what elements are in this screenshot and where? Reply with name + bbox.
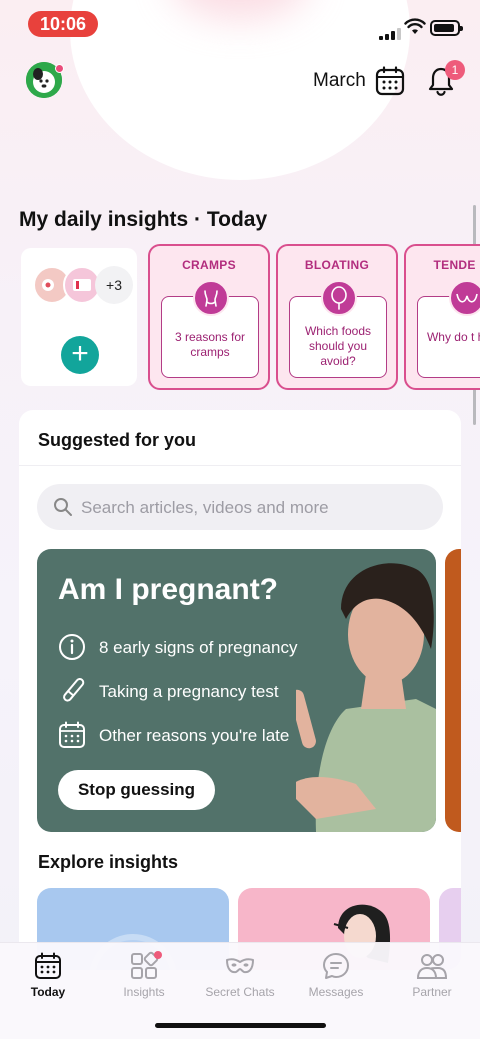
cramps-icon [193,280,229,316]
log-symptoms-card[interactable]: +3 + [21,248,137,386]
next-promo-card[interactable] [445,549,461,832]
daily-insights-title: My daily insights · Today [19,208,268,231]
insight-card-text: 3 reasons for cramps [174,330,246,359]
month-label[interactable]: March [313,70,366,92]
explore-insights-title: Explore insights [38,852,179,872]
nav-label: Today [30,985,66,999]
promo-item-text: Taking a pregnancy test [99,682,279,701]
insight-card-tender-breasts[interactable]: TENDE BREAST Why do t hurt? [404,244,480,390]
partner-icon [417,954,447,979]
calendar-icon[interactable] [375,66,405,96]
more-symptoms-count: +3 [95,266,133,304]
status-bar: 10:06 [0,0,480,48]
daily-insights-rail[interactable]: +3 + CRAMPS 3 reasons for cramps BLOATIN… [0,244,480,394]
promo-title: Am I pregnant? [58,573,279,606]
insight-card-bloating[interactable]: BLOATING Which foods should you avoid? [276,244,398,390]
breast-icon [449,280,480,316]
wifi-icon [404,18,426,34]
insights-badge-dot [154,951,162,959]
mask-icon [226,958,254,974]
insight-card-title: CRAMPS [182,258,236,272]
nav-label: Partner [412,985,452,999]
insight-card-title: BLOATING [304,258,370,272]
signal-icon [379,22,403,40]
home-indicator[interactable] [155,1023,326,1028]
nav-label: Messages [308,985,364,999]
status-time: 10:06 [28,11,98,37]
info-icon [59,634,85,660]
insight-card-text: Why do t hurt? [426,330,480,344]
promo-item-text: Other reasons you're late [99,726,290,745]
add-symptom-button[interactable]: + [61,336,99,374]
nav-today[interactable]: Today [0,943,96,1003]
nav-label: Secret Chats [205,985,275,999]
search-placeholder: Search articles, videos and more [81,498,329,517]
nav-label: Insights [123,985,165,999]
search-input[interactable]: Search articles, videos and more [37,484,443,530]
nav-secret-chats[interactable]: Secret Chats [192,943,288,1003]
stop-guessing-button[interactable]: Stop guessing [58,770,215,810]
battery-icon [430,20,463,36]
notification-badge: 1 [445,60,465,80]
calendar-icon [35,952,61,979]
balloon-icon [321,280,357,316]
divider [19,465,461,466]
chat-bubble-icon [323,953,349,979]
promo-card[interactable]: Am I pregnant? 8 early signs of pregnanc… [37,549,436,832]
nav-insights[interactable]: Insights [96,943,192,1003]
woman-illustration [296,563,436,832]
pregnancy-test-icon [63,678,85,702]
promo-item-text: 8 early signs of pregnancy [99,638,298,657]
profile-notification-dot [55,64,64,73]
search-icon [54,498,72,516]
calendar-icon [59,721,85,748]
symptom-icon [73,279,91,291]
suggested-section: Suggested for you Search articles, video… [19,410,461,970]
insight-card-text: Which foods should you avoid? [304,324,372,368]
insight-card-title: TENDE BREAST [433,258,480,272]
suggested-title: Suggested for you [38,430,197,450]
insight-card-cramps[interactable]: CRAMPS 3 reasons for cramps [148,244,270,390]
nav-partner[interactable]: Partner [384,943,480,1003]
nav-messages[interactable]: Messages [288,943,384,1003]
